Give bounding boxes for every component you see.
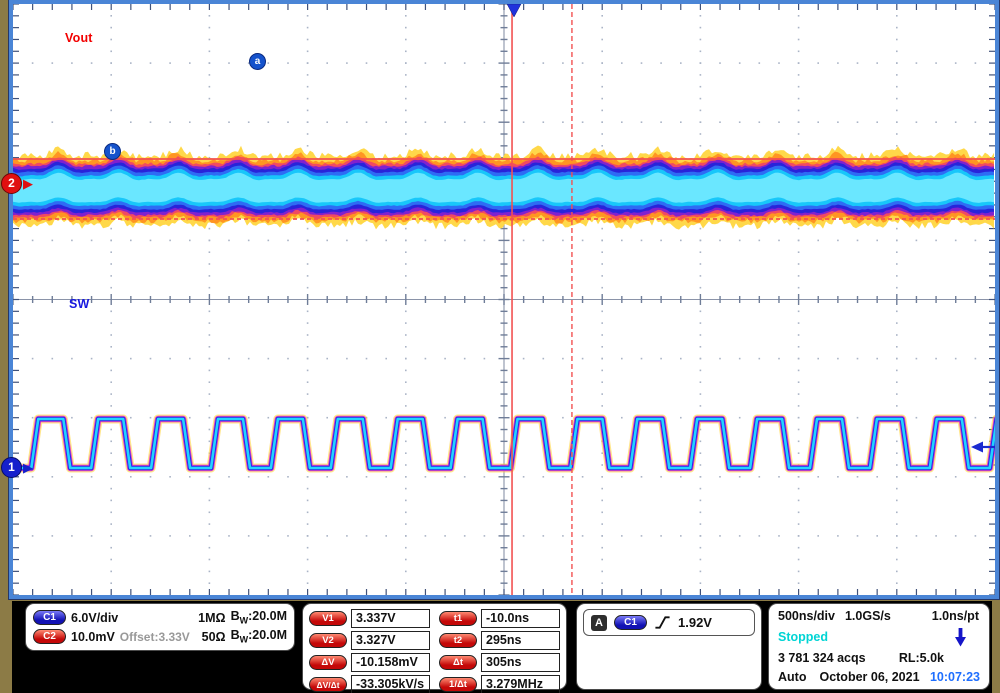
- dv-readout: ΔV -10.158mV: [309, 653, 430, 672]
- channel-settings-panel[interactable]: C1 6.0V/div 1MΩ BW:20.0M C2 10.0mV Offse…: [25, 603, 295, 651]
- waveform-display: Vout SW a b: [13, 4, 995, 595]
- dvdt-value: -33.305kV/s: [351, 675, 430, 693]
- cursor-b-handle[interactable]: b: [104, 143, 121, 160]
- ch1-scale: 6.0V/div: [71, 610, 119, 625]
- dvdt-readout: ΔV/Δt -33.305kV/s: [309, 675, 430, 693]
- freq-value: 3.279MHz: [481, 675, 560, 693]
- ch1-impedance: 1MΩ: [198, 610, 226, 625]
- freq-readout: 1/Δt 3.279MHz: [439, 675, 560, 693]
- oscilloscope-ui: Vout SW a b 2 ▶ 1 ▶ C1 6.0V/div 1MΩ BW:2…: [0, 0, 1000, 693]
- ch2-offset: Offset:3.33V: [119, 629, 190, 644]
- vout-trace-label: Vout: [65, 31, 93, 45]
- t1-readout: t1 -10.0ns: [439, 609, 560, 628]
- dt-readout: Δt 305ns: [439, 653, 560, 672]
- sample-rate: 1.0GS/s: [844, 609, 891, 623]
- dt-badge[interactable]: Δt: [439, 655, 477, 670]
- ch1-settings-row: C1 6.0V/div 1MΩ BW:20.0M: [33, 609, 287, 626]
- v1-readout: V1 3.337V: [309, 609, 430, 628]
- record-length: RL:5.0k: [898, 651, 944, 666]
- waveform-plot: [13, 4, 995, 595]
- ch1-badge[interactable]: C1: [33, 610, 66, 625]
- trigger-source-badge: C1: [614, 615, 647, 630]
- date: October 06, 2021: [819, 669, 920, 684]
- sw-trace-label: SW: [69, 297, 90, 311]
- trigger-a-badge: A: [591, 614, 607, 631]
- ch1-bandwidth: BW:20.0M: [230, 609, 287, 626]
- v1-badge[interactable]: V1: [309, 611, 347, 626]
- dv-value: -10.158mV: [351, 653, 430, 672]
- trigger-settings-box[interactable]: A C1 1.92V: [583, 609, 755, 636]
- screen-frame: Vout SW a b: [8, 0, 1000, 600]
- ch2-marker-badge: 2: [1, 173, 22, 194]
- dvdt-badge[interactable]: ΔV/Δt: [309, 677, 347, 692]
- trigger-mode: Auto: [778, 669, 807, 684]
- acquisition-count: 3 781 324 acqs: [778, 651, 866, 666]
- ch2-marker-arrow-icon: ▶: [23, 176, 33, 191]
- horizontal-settings-row: 500ns/div 1.0GS/s 1.0ns/pt: [778, 609, 980, 623]
- ch2-impedance: 50Ω: [201, 629, 226, 644]
- readout-strip: C1 6.0V/div 1MΩ BW:20.0M C2 10.0mV Offse…: [12, 601, 992, 693]
- dt-value: 305ns: [481, 653, 560, 672]
- acquisition-status: Stopped: [778, 630, 828, 645]
- cursor-readout-panel[interactable]: V1 3.337V t1 -10.0ns V2 3.327V t2 295ns …: [302, 603, 567, 693]
- trigger-position-icon: [506, 4, 522, 18]
- v2-readout: V2 3.327V: [309, 631, 430, 650]
- ch2-settings-row: C2 10.0mV Offset:3.33V 50Ω BW:20.0M: [33, 628, 287, 645]
- clock: 10:07:23: [929, 669, 980, 684]
- ch1-marker-arrow-icon: ▶: [23, 460, 33, 475]
- ch2-scale: 10.0mV: [71, 629, 115, 644]
- timebase: 500ns/div: [778, 609, 835, 623]
- t1-badge[interactable]: t1: [439, 611, 477, 626]
- t1-value: -10.0ns: [481, 609, 560, 628]
- v2-badge[interactable]: V2: [309, 633, 347, 648]
- ch2-position-marker[interactable]: 2 ▶: [1, 173, 33, 194]
- center-crosshair: [13, 4, 995, 595]
- vout-ripple-band: [13, 145, 994, 230]
- resolution: 1.0ns/pt: [931, 609, 979, 623]
- t2-value: 295ns: [481, 631, 560, 650]
- cursor-a-handle[interactable]: a: [249, 53, 266, 70]
- acquisition-count-row: 3 781 324 acqs RL:5.0k: [778, 651, 980, 665]
- t2-readout: t2 295ns: [439, 631, 560, 650]
- down-arrow-icon[interactable]: [955, 627, 966, 647]
- rising-edge-icon: [655, 616, 670, 629]
- trigger-panel[interactable]: A C1 1.92V: [576, 603, 762, 690]
- ch1-marker-badge: 1: [1, 457, 22, 478]
- dv-badge[interactable]: ΔV: [309, 655, 347, 670]
- v2-value: 3.327V: [351, 631, 430, 650]
- ch1-position-marker[interactable]: 1 ▶: [1, 457, 33, 478]
- freq-badge[interactable]: 1/Δt: [439, 677, 477, 692]
- acquisition-status-row: Stopped: [778, 627, 980, 647]
- ch2-badge[interactable]: C2: [33, 629, 66, 644]
- t2-badge[interactable]: t2: [439, 633, 477, 648]
- ch2-bandwidth: BW:20.0M: [230, 628, 287, 645]
- mode-date-row: Auto October 06, 2021 10:07:23: [778, 670, 980, 684]
- trigger-level: 1.92V: [678, 615, 712, 630]
- v1-value: 3.337V: [351, 609, 430, 628]
- horizontal-panel[interactable]: 500ns/div 1.0GS/s 1.0ns/pt Stopped 3 781…: [768, 603, 990, 690]
